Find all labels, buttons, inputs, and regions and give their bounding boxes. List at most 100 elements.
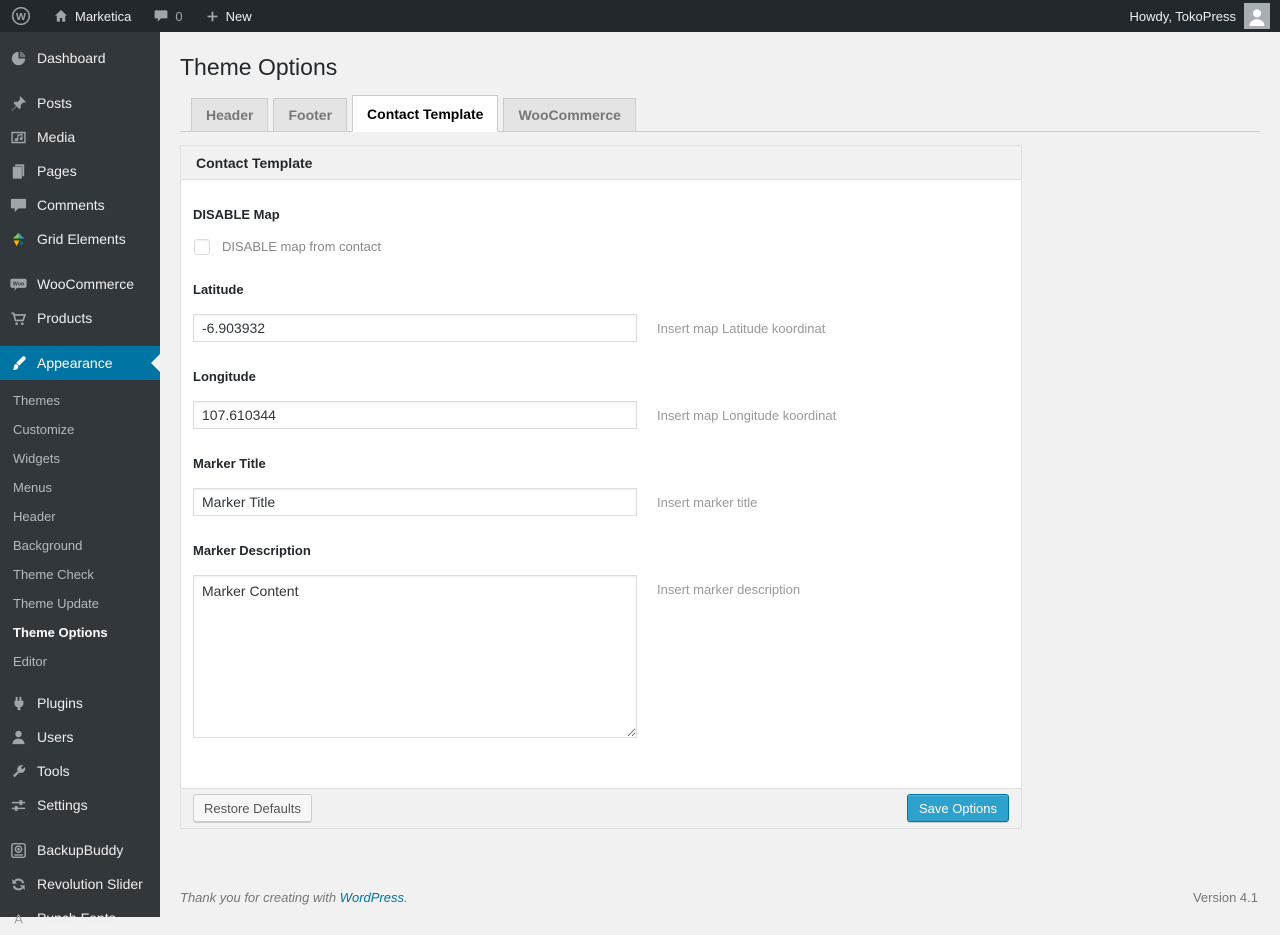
contact-template-panel: Contact Template DISABLE Map DISABLE map… — [180, 144, 1022, 829]
revolution-slider-icon — [12, 878, 25, 890]
users-icon — [12, 730, 25, 744]
longitude-hint: Insert map Longitude koordinat — [657, 407, 837, 423]
marker-title-input[interactable] — [193, 487, 637, 516]
media-icon — [11, 131, 26, 143]
submenu-item-header[interactable]: Header — [0, 502, 160, 531]
submenu-item-menus[interactable]: Menus — [0, 473, 160, 502]
submenu-item-themes[interactable]: Themes — [0, 386, 160, 415]
svg-text:A: A — [14, 911, 23, 926]
wordpress-logo-icon: W — [11, 6, 31, 26]
sidebar-item-woocommerce[interactable]: Woo WooCommerce — [0, 267, 160, 301]
sidebar-item-punch-fonts[interactable]: A Punch Fonts — [0, 901, 160, 935]
disable-map-label: DISABLE Map — [193, 206, 280, 222]
tab-contact-template[interactable]: Contact Template — [352, 94, 499, 132]
restore-defaults-button[interactable]: Restore Defaults — [193, 794, 312, 823]
tab-woocommerce[interactable]: WooCommerce — [503, 97, 636, 131]
panel-footer: Restore Defaults Save Options — [181, 787, 1021, 828]
menu-separator — [0, 75, 160, 86]
sidebar-item-grid-elements[interactable]: Grid Elements — [0, 222, 160, 256]
tab-footer[interactable]: Footer — [273, 97, 348, 131]
wp-logo-menu[interactable]: W — [0, 0, 42, 32]
save-options-button[interactable]: Save Options — [906, 794, 1009, 823]
plugins-icon — [14, 696, 24, 710]
latitude-field: Latitude Insert map Latitude koordinat — [193, 282, 1009, 342]
marker-description-textarea[interactable]: Marker Content — [193, 574, 637, 738]
appearance-brush-icon — [12, 355, 26, 370]
panel-title: Contact Template — [181, 145, 1021, 180]
site-name: Marketica — [75, 8, 132, 24]
disable-map-field: DISABLE Map DISABLE map from contact — [193, 207, 1009, 255]
longitude-input[interactable] — [193, 400, 637, 429]
plus-icon — [207, 11, 217, 21]
punch-fonts-icon: A — [14, 911, 23, 926]
submenu-item-theme-check[interactable]: Theme Check — [0, 560, 160, 589]
my-account-menu[interactable]: Howdy, TokoPress — [1120, 0, 1280, 32]
sidebar-item-media[interactable]: Media — [0, 120, 160, 154]
products-cart-icon — [11, 311, 27, 325]
sidebar-item-backupbuddy[interactable]: BackupBuddy — [0, 833, 160, 867]
wordpress-link[interactable]: WordPress — [340, 890, 404, 905]
menu-separator — [0, 822, 160, 833]
sidebar-item-users[interactable]: Users — [0, 720, 160, 754]
svg-text:W: W — [16, 11, 26, 23]
latitude-input[interactable] — [193, 313, 637, 342]
page-title: Theme Options — [180, 54, 338, 80]
sidebar-item-plugins[interactable]: Plugins — [0, 686, 160, 720]
marker-description-field: Marker Description Marker Content Insert… — [193, 543, 1009, 738]
tab-header[interactable]: Header — [191, 97, 269, 131]
comment-count: 0 — [175, 8, 183, 24]
sidebar-item-tools[interactable]: Tools — [0, 754, 160, 788]
sidebar-item-appearance[interactable]: Appearance — [0, 346, 160, 380]
woocommerce-icon: Woo — [10, 278, 27, 291]
submenu-item-theme-options[interactable]: Theme Options — [0, 618, 160, 647]
marker-description-label: Marker Description — [193, 542, 311, 558]
home-icon — [55, 10, 67, 22]
howdy-text: Howdy, TokoPress — [1129, 8, 1236, 24]
sidebar-item-pages[interactable]: Pages — [0, 154, 160, 188]
longitude-field: Longitude Insert map Longitude koordinat — [193, 369, 1009, 429]
submenu-item-customize[interactable]: Customize — [0, 415, 160, 444]
submenu-item-theme-update[interactable]: Theme Update — [0, 589, 160, 618]
sidebar-item-revolution-slider[interactable]: Revolution Slider — [0, 867, 160, 901]
sidebar-item-dashboard[interactable]: Dashboard — [0, 41, 160, 75]
tools-wrench-icon — [12, 764, 26, 777]
menu-separator — [0, 335, 160, 346]
backupbuddy-icon — [11, 842, 26, 858]
submenu-item-background[interactable]: Background — [0, 531, 160, 560]
sidebar-item-comments[interactable]: Comments — [0, 188, 160, 222]
marker-description-hint: Insert marker description — [657, 581, 801, 597]
user-silhouette-icon — [1249, 9, 1265, 26]
submenu-item-widgets[interactable]: Widgets — [0, 444, 160, 473]
tab-bar: Header Footer Contact Template WooCommer… — [180, 94, 1260, 132]
comments-bubble-icon — [154, 10, 168, 22]
comments-icon — [10, 198, 27, 212]
longitude-label: Longitude — [193, 368, 256, 384]
main-content: Theme Options Header Footer Contact Temp… — [160, 32, 1280, 917]
marker-title-field: Marker Title Insert marker title — [193, 456, 1009, 516]
pages-icon — [12, 163, 25, 179]
latitude-hint: Insert map Latitude koordinat — [657, 320, 826, 336]
grid-elements-icon — [12, 232, 25, 246]
avatar — [1244, 3, 1270, 29]
comments-shortcut[interactable]: 0 — [142, 0, 193, 32]
panel-body: DISABLE Map DISABLE map from contact Lat… — [181, 180, 1021, 788]
footer-thanks-text: Thank you for creating with WordPress. — [180, 890, 408, 905]
marker-title-hint: Insert marker title — [657, 494, 758, 510]
site-name-menu[interactable]: Marketica — [42, 0, 142, 32]
posts-icon — [11, 95, 27, 111]
appearance-submenu: Themes Customize Widgets Menus Header Ba… — [0, 380, 160, 686]
latitude-label: Latitude — [193, 281, 244, 297]
sidebar-item-posts[interactable]: Posts — [0, 86, 160, 120]
admin-bar: W Marketica 0 New Howdy, TokoPress — [0, 0, 1280, 32]
new-label: New — [225, 8, 252, 24]
dashboard-icon — [11, 50, 26, 65]
sidebar-item-products[interactable]: Products — [0, 301, 160, 335]
version-text: Version 4.1 — [1192, 890, 1258, 905]
current-item-arrow — [151, 354, 160, 372]
sidebar-item-settings[interactable]: Settings — [0, 788, 160, 822]
page-footer: Thank you for creating with WordPress. V… — [180, 890, 1258, 905]
submenu-item-editor[interactable]: Editor — [0, 647, 160, 676]
disable-map-checkbox[interactable] — [194, 238, 210, 255]
new-content-menu[interactable]: New — [194, 0, 263, 32]
admin-sidebar: Dashboard Posts Media Pages Comments Gri… — [0, 32, 160, 926]
